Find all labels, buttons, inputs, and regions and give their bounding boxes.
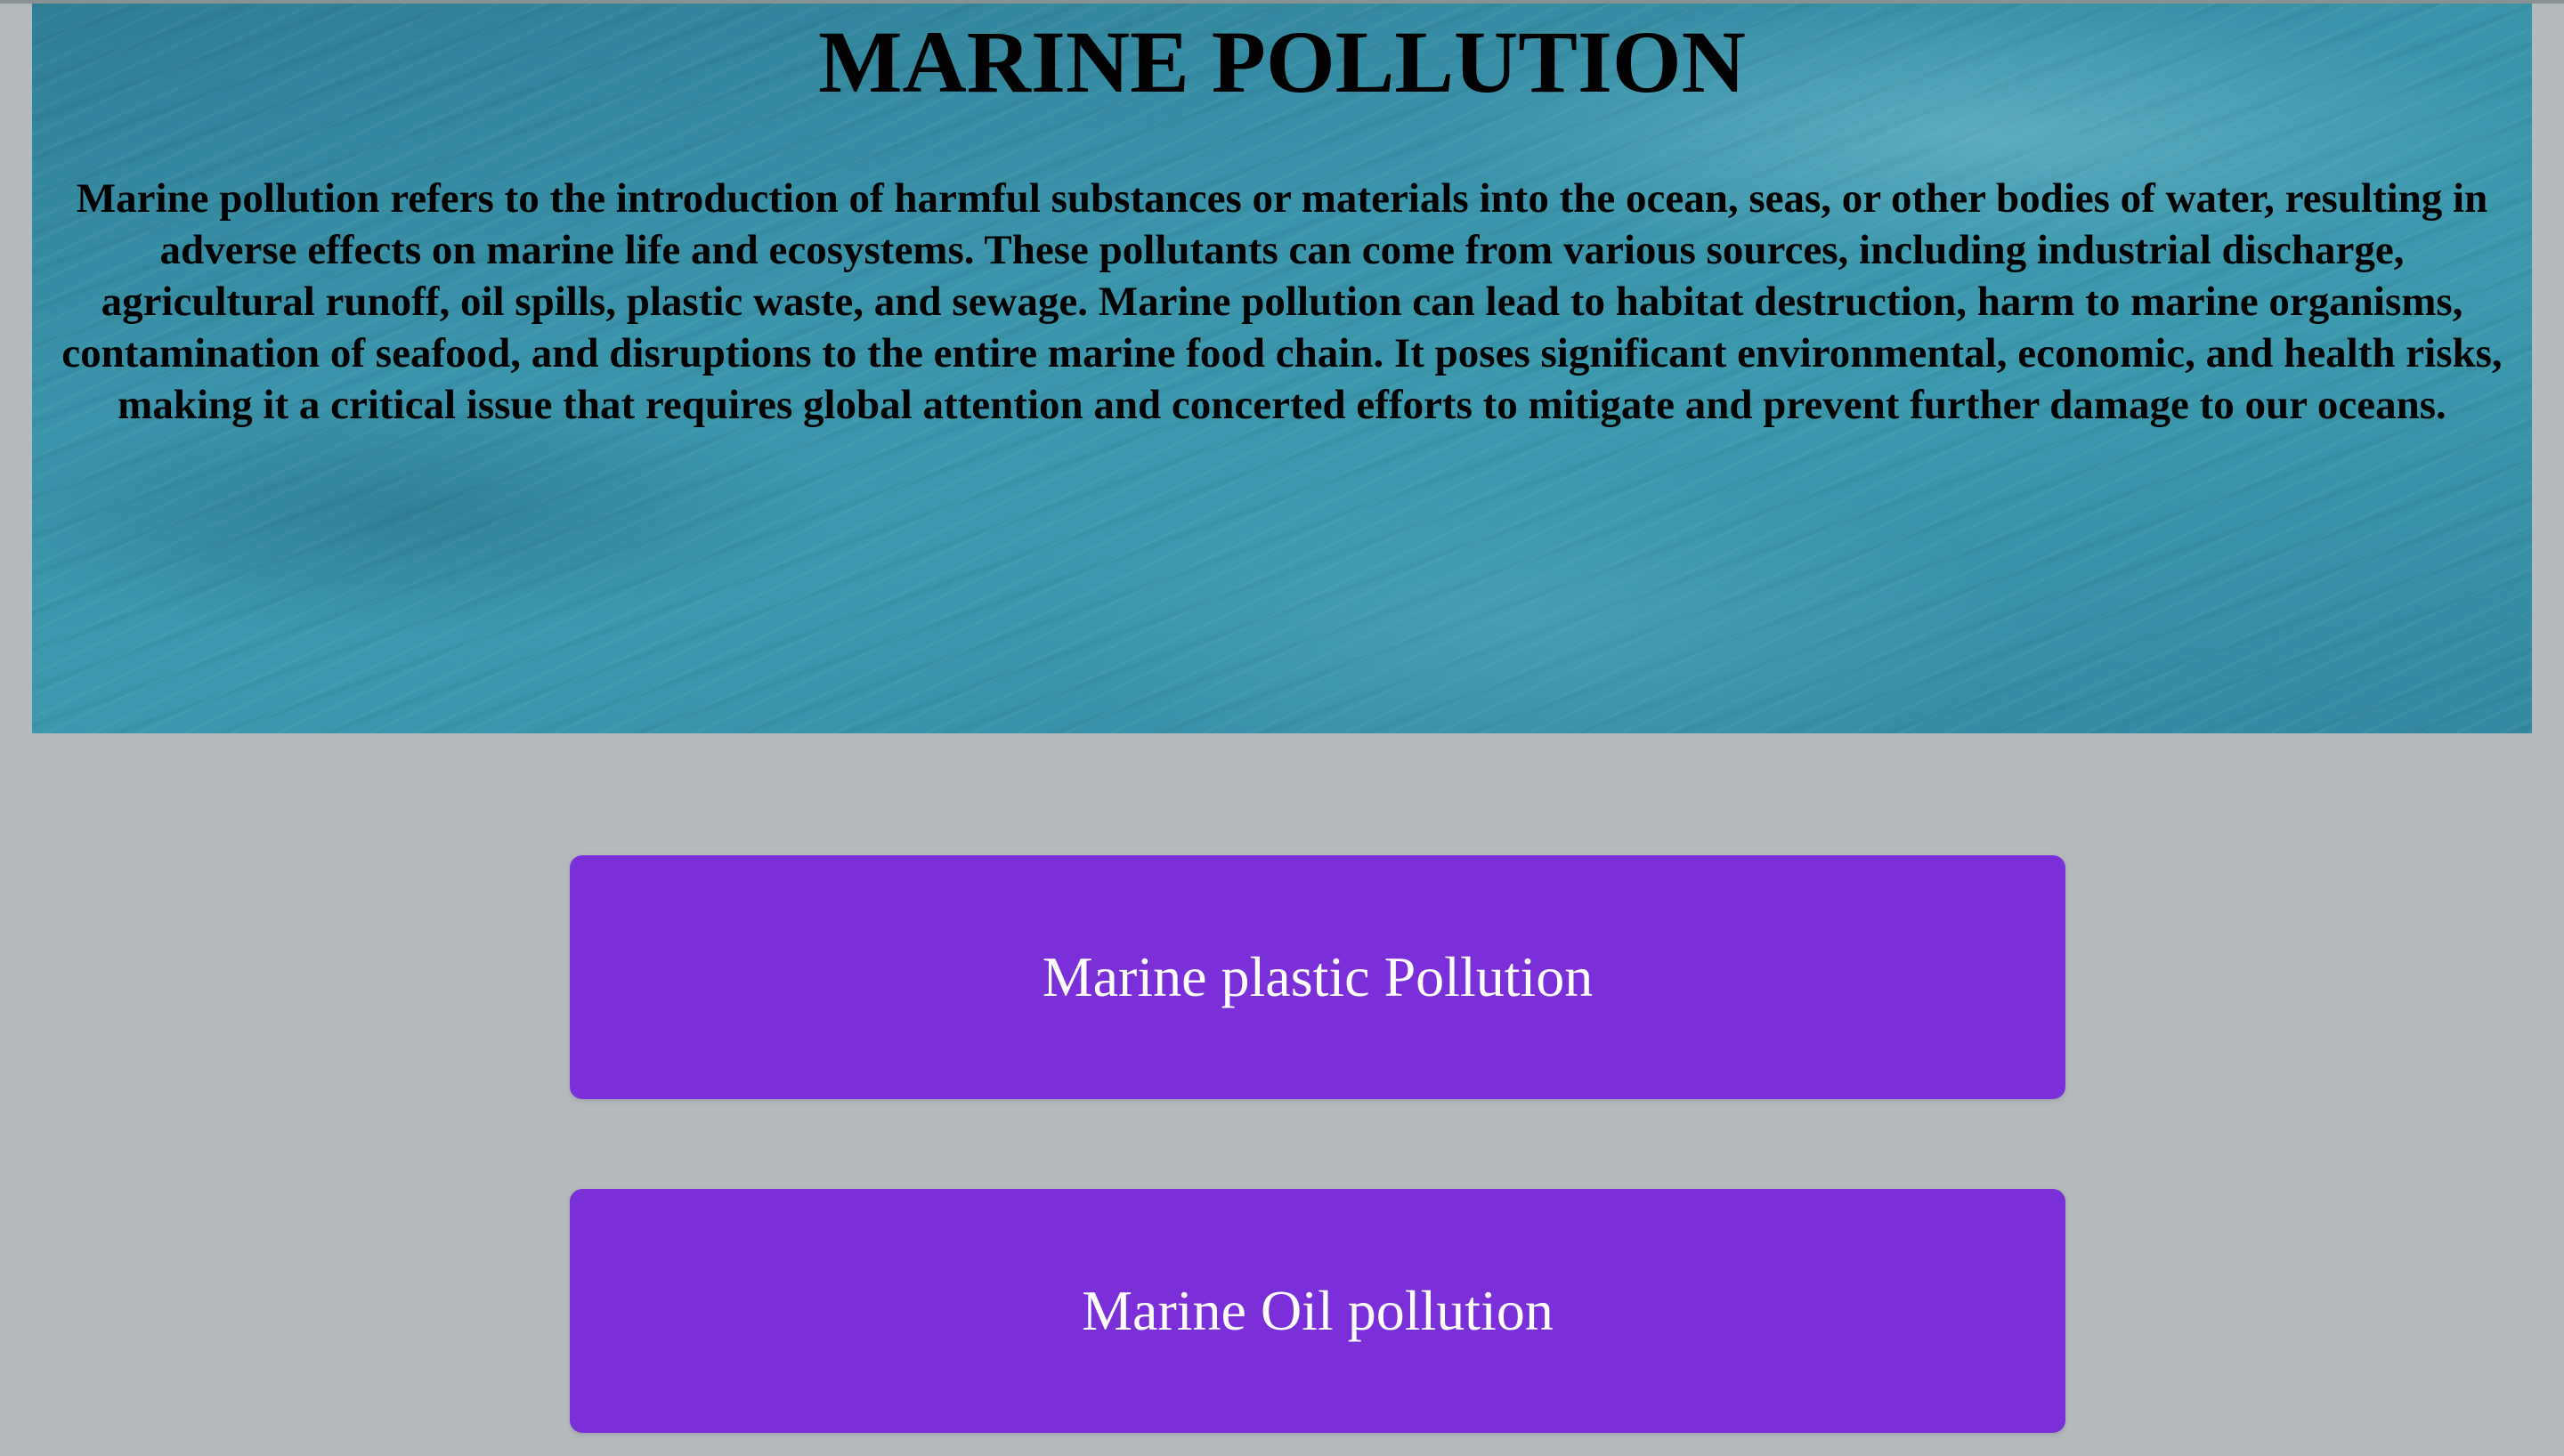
page-title: MARINE POLLUTION: [818, 12, 1746, 111]
marine-oil-pollution-button[interactable]: Marine Oil pollution: [570, 1189, 2065, 1433]
hero-banner: MARINE POLLUTION Marine pollution refers…: [32, 4, 2532, 733]
intro-paragraph: Marine pollution refers to the introduct…: [61, 175, 2503, 428]
marine-plastic-pollution-button[interactable]: Marine plastic Pollution: [570, 855, 2065, 1099]
